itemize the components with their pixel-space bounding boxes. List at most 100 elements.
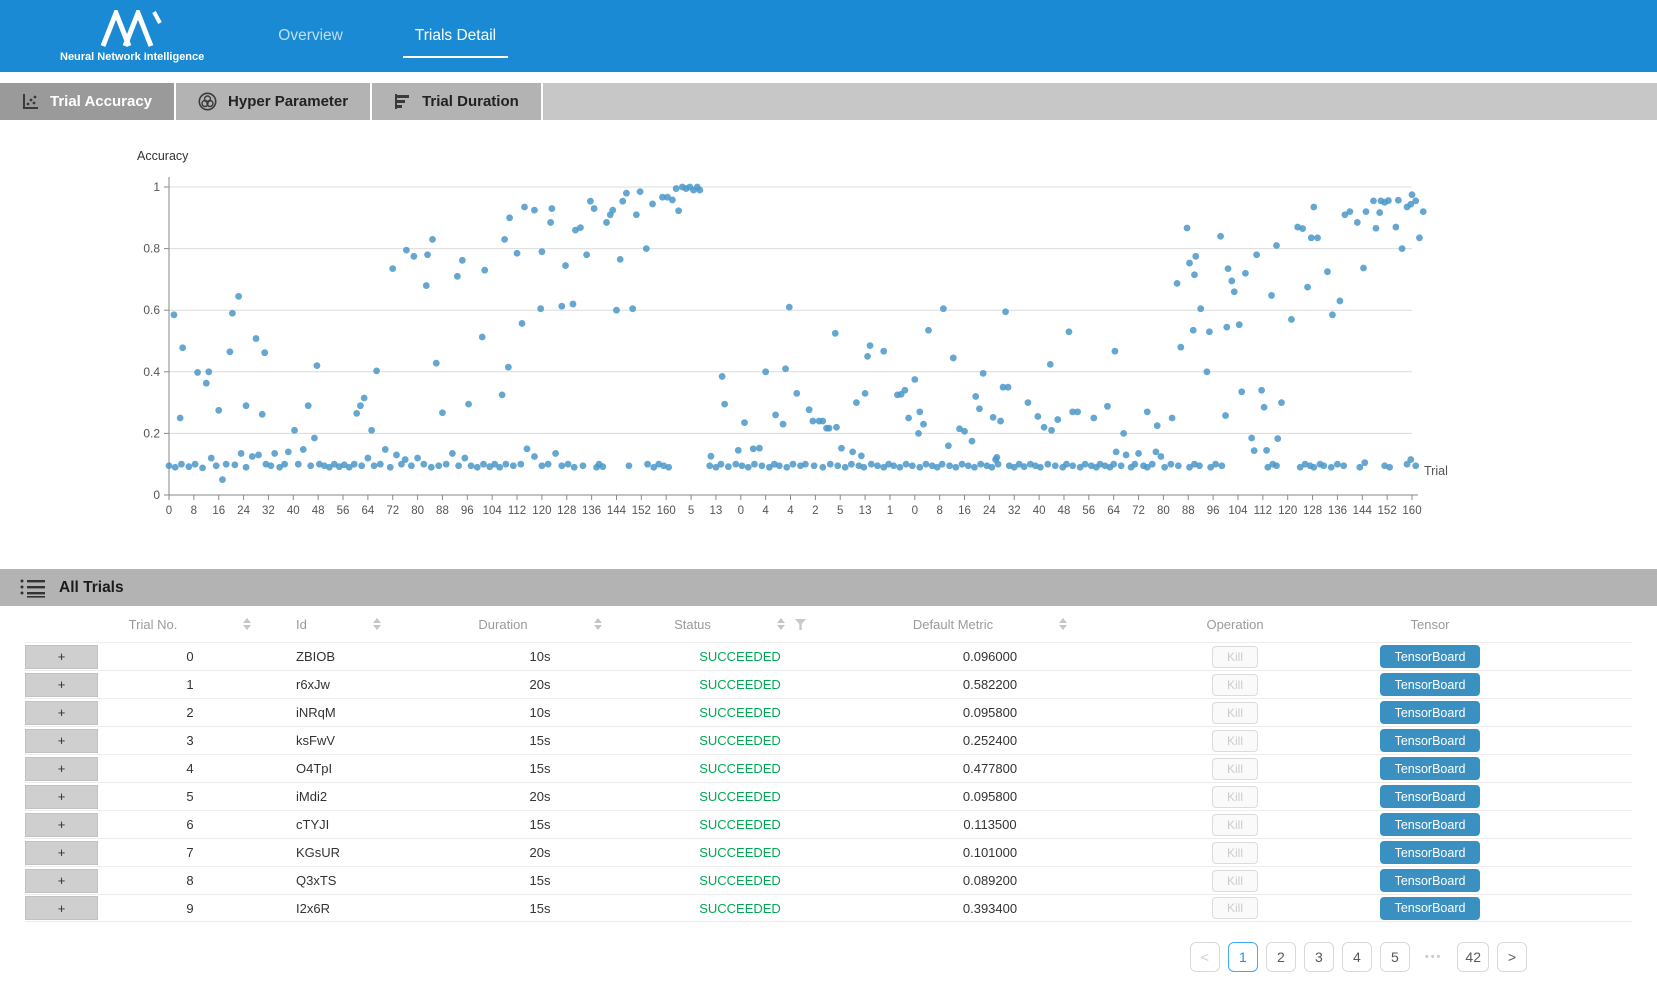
scatter-point[interactable] <box>1005 384 1012 391</box>
scatter-point[interactable] <box>1044 461 1051 468</box>
header-status[interactable]: Status <box>640 617 840 632</box>
header-duration[interactable]: Duration <box>440 617 640 632</box>
scatter-point[interactable] <box>1104 403 1111 410</box>
scatter-point[interactable] <box>1337 298 1344 305</box>
tab-trial-accuracy[interactable]: Trial Accuracy <box>0 83 176 120</box>
scatter-point[interactable] <box>185 463 192 470</box>
scatter-point[interactable] <box>171 311 178 318</box>
filter-icon[interactable] <box>795 619 806 630</box>
scatter-point[interactable] <box>1242 270 1249 277</box>
scatter-point[interactable] <box>537 305 544 312</box>
page-button-42[interactable]: 42 <box>1457 942 1489 972</box>
page-button-2[interactable]: 2 <box>1266 942 1296 972</box>
scatter-point[interactable] <box>782 365 789 372</box>
scatter-point[interactable] <box>1069 462 1076 469</box>
scatter-point[interactable] <box>229 310 236 317</box>
scatter-point[interactable] <box>1248 435 1255 442</box>
scatter-point[interactable] <box>644 461 651 468</box>
scatter-point[interactable] <box>1120 430 1127 437</box>
kill-button[interactable]: Kill <box>1212 814 1258 836</box>
scatter-point[interactable] <box>1123 452 1130 459</box>
scatter-point[interactable] <box>1340 462 1347 469</box>
scatter-point[interactable] <box>1186 260 1193 267</box>
scatter-point[interactable] <box>719 373 726 380</box>
scatter-point[interactable] <box>959 461 966 468</box>
scatter-point[interactable] <box>842 464 849 471</box>
scatter-point[interactable] <box>1238 388 1245 395</box>
scatter-point[interactable] <box>177 415 184 422</box>
scatter-point[interactable] <box>1002 308 1009 315</box>
scatter-point[interactable] <box>205 368 212 375</box>
scatter-point[interactable] <box>1212 461 1219 468</box>
scatter-point[interactable] <box>449 450 456 457</box>
scatter-point[interactable] <box>745 464 752 471</box>
scatter-point[interactable] <box>874 462 881 469</box>
scatter-point[interactable] <box>972 393 979 400</box>
scatter-point[interactable] <box>862 390 869 397</box>
scatter-point[interactable] <box>1407 456 1414 463</box>
scatter-point[interactable] <box>673 185 680 192</box>
scatter-point[interactable] <box>203 380 210 387</box>
scatter-point[interactable] <box>307 462 314 469</box>
scatter-point[interactable] <box>1392 224 1399 231</box>
scatter-point[interactable] <box>429 236 436 243</box>
scatter-point[interactable] <box>1360 265 1367 272</box>
scatter-point[interactable] <box>428 464 435 471</box>
scatter-point[interactable] <box>510 462 517 469</box>
scatter-point[interactable] <box>514 250 521 257</box>
scatter-point[interactable] <box>517 461 524 468</box>
scatter-point[interactable] <box>939 461 946 468</box>
kill-button[interactable]: Kill <box>1212 870 1258 892</box>
scatter-point[interactable] <box>1354 219 1361 226</box>
scatter-point[interactable] <box>393 452 400 459</box>
scatter-point[interactable] <box>1204 368 1211 375</box>
scatter-point[interactable] <box>410 253 417 260</box>
scatter-point[interactable] <box>1052 462 1059 469</box>
scatter-point[interactable] <box>848 461 855 468</box>
scatter-point[interactable] <box>414 455 421 462</box>
scatter-point[interactable] <box>496 464 503 471</box>
scatter-point[interactable] <box>669 197 676 204</box>
scatter-point[interactable] <box>1135 450 1142 457</box>
scatter-point[interactable] <box>238 450 245 457</box>
scatter-point[interactable] <box>945 442 952 449</box>
scatter-point[interactable] <box>735 447 742 454</box>
scatter-point[interactable] <box>351 461 358 468</box>
scatter-point[interactable] <box>281 461 288 468</box>
scatter-point[interactable] <box>558 462 565 469</box>
scatter-point[interactable] <box>776 462 783 469</box>
expand-row-button[interactable]: + <box>25 813 98 837</box>
scatter-point[interactable] <box>562 262 569 269</box>
expand-row-button[interactable]: + <box>25 869 98 893</box>
header-trial-no[interactable]: Trial No. <box>100 617 280 632</box>
scatter-point[interactable] <box>790 461 797 468</box>
scatter-point[interactable] <box>548 205 555 212</box>
scatter-point[interactable] <box>1153 448 1160 455</box>
scatter-point[interactable] <box>896 464 903 471</box>
scatter-point[interactable] <box>1191 271 1198 278</box>
scatter-point[interactable] <box>408 462 415 469</box>
scatter-point[interactable] <box>1021 463 1028 470</box>
scatter-point[interactable] <box>1177 344 1184 351</box>
sort-icon[interactable] <box>243 618 251 630</box>
scatter-point[interactable] <box>969 438 976 445</box>
scatter-point[interactable] <box>454 273 461 280</box>
scatter-point[interactable] <box>424 251 431 258</box>
kill-button[interactable]: Kill <box>1212 646 1258 668</box>
expand-row-button[interactable]: + <box>25 785 98 809</box>
scatter-point[interactable] <box>599 463 606 470</box>
tensorboard-button[interactable]: TensorBoard <box>1380 701 1480 724</box>
scatter-point[interactable] <box>1041 424 1048 431</box>
sort-icon[interactable] <box>777 618 785 630</box>
scatter-point[interactable] <box>980 370 987 377</box>
scatter-point[interactable] <box>923 461 930 468</box>
tensorboard-button[interactable]: TensorBoard <box>1380 757 1480 780</box>
scatter-point[interactable] <box>1054 416 1061 423</box>
scatter-point[interactable] <box>539 462 546 469</box>
scatter-point[interactable] <box>215 407 222 414</box>
scatter-point[interactable] <box>1263 447 1270 454</box>
scatter-point[interactable] <box>853 399 860 406</box>
tab-hyper-parameter[interactable]: Hyper Parameter <box>176 83 372 120</box>
expand-row-button[interactable]: + <box>25 729 98 753</box>
scatter-point[interactable] <box>1258 387 1265 394</box>
